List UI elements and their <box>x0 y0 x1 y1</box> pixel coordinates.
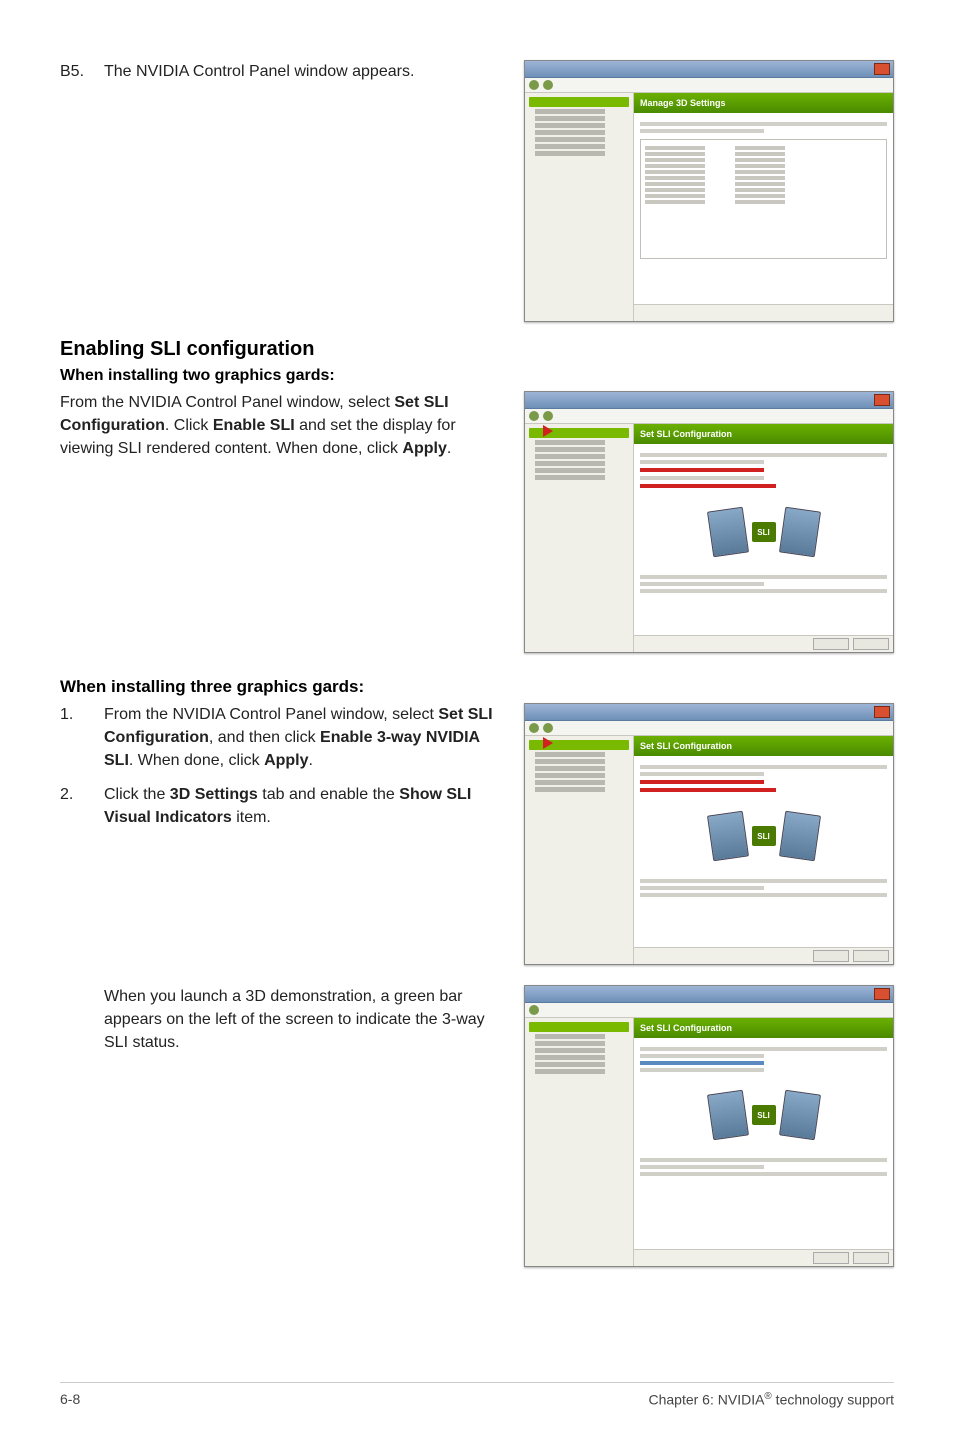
panel-heading: Set SLI Configuration <box>634 424 893 444</box>
paragraph: When you launch a 3D demonstration, a gr… <box>60 985 504 1055</box>
sli-badge-icon: SLI <box>752 1105 776 1125</box>
sli-badge-icon: SLI <box>752 826 776 846</box>
back-icon <box>529 80 539 90</box>
paragraph: From the NVIDIA Control Panel window, se… <box>60 391 504 461</box>
step-text: The NVIDIA Control Panel window appears. <box>104 60 414 83</box>
step-text: From the NVIDIA Control Panel window, se… <box>104 703 504 773</box>
step-number: 2. <box>60 783 88 829</box>
screenshot-sli-2way: Set SLI Configuration SLI <box>524 391 894 653</box>
panel-heading: Set SLI Configuration <box>634 736 893 756</box>
step-number: B5. <box>60 60 88 83</box>
close-icon <box>874 63 890 75</box>
close-icon <box>874 988 890 1000</box>
step-text: Click the 3D Settings tab and enable the… <box>104 783 504 829</box>
forward-icon <box>543 80 553 90</box>
highlight-arrow-icon <box>543 737 553 749</box>
close-icon <box>874 706 890 718</box>
step-number: 1. <box>60 703 88 773</box>
subheading: When installing three graphics gards: <box>60 677 894 697</box>
highlight-arrow-icon <box>543 425 553 437</box>
screenshot-sli-3way: Set SLI Configuration SLI <box>524 703 894 965</box>
screenshot-sli-indicator: Set SLI Configuration SLI <box>524 985 894 1267</box>
panel-heading: Set SLI Configuration <box>634 1018 893 1038</box>
close-icon <box>874 394 890 406</box>
page-number: 6-8 <box>60 1391 80 1408</box>
section-heading: Enabling SLI configuration <box>60 338 894 361</box>
sli-badge-icon: SLI <box>752 522 776 542</box>
subheading: When installing two graphics gards: <box>60 367 894 385</box>
chapter-label: Chapter 6: NVIDIA® technology support <box>648 1391 894 1408</box>
screenshot-manage-3d: Manage 3D Settings <box>524 60 894 322</box>
panel-heading: Manage 3D Settings <box>634 93 893 113</box>
